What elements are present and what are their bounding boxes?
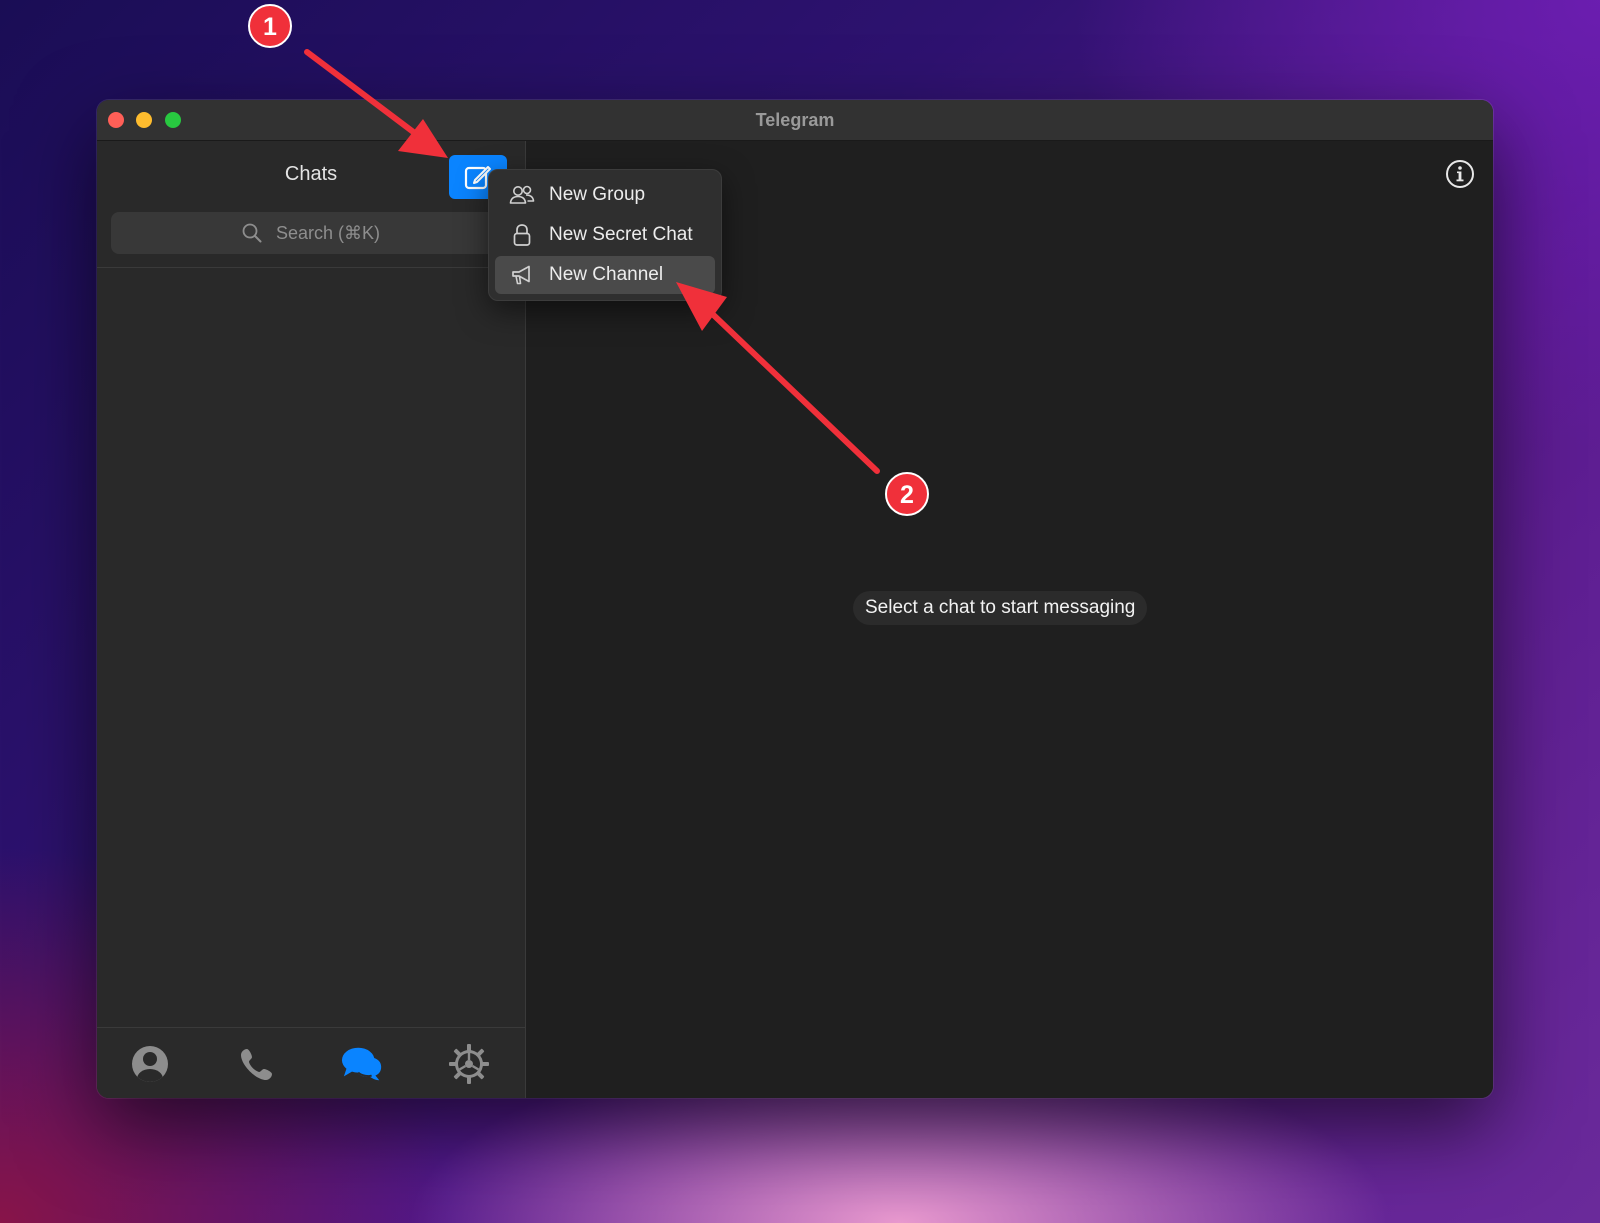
menu-item-new-group[interactable]: New Group bbox=[495, 176, 715, 214]
tab-contacts[interactable] bbox=[128, 1042, 172, 1086]
chat-bubbles-icon bbox=[341, 1047, 382, 1081]
menu-item-label: New Channel bbox=[549, 264, 664, 285]
window-title: Telegram bbox=[755, 110, 835, 130]
menu-item-label: New Group bbox=[549, 184, 646, 205]
info-icon bbox=[1446, 160, 1474, 188]
search-placeholder: Search (⌘K) bbox=[275, 222, 381, 243]
search-field[interactable]: Search (⌘K) bbox=[111, 212, 511, 254]
person-circle-icon bbox=[132, 1046, 168, 1082]
people-icon bbox=[509, 182, 535, 208]
annotation-badge-1: 1 bbox=[248, 4, 292, 48]
info-button[interactable] bbox=[1445, 159, 1475, 189]
search-icon bbox=[242, 223, 262, 243]
gear-icon bbox=[449, 1044, 489, 1084]
tab-settings[interactable] bbox=[447, 1042, 491, 1086]
sidebar-divider bbox=[97, 267, 525, 268]
compose-dropdown-menu: New Group New Secret Chat New Channel bbox=[488, 169, 722, 301]
phone-icon bbox=[241, 1049, 272, 1080]
tab-chats[interactable] bbox=[341, 1042, 385, 1086]
telegram-window: Telegram Chats Search (⌘K) Select a chat… bbox=[97, 100, 1493, 1098]
chat-sidebar: Chats Search (⌘K) bbox=[97, 141, 526, 1098]
menu-item-new-secret-chat[interactable]: New Secret Chat bbox=[495, 216, 715, 254]
title-bar: Telegram bbox=[97, 100, 1493, 141]
empty-state-message: Select a chat to start messaging bbox=[853, 591, 1148, 625]
annotation-number: 1 bbox=[263, 13, 277, 41]
bottom-tab-bar bbox=[97, 1027, 525, 1098]
lock-icon bbox=[509, 222, 535, 248]
megaphone-icon bbox=[509, 262, 535, 288]
tab-calls[interactable] bbox=[235, 1042, 279, 1086]
menu-item-label: New Secret Chat bbox=[549, 224, 693, 245]
menu-item-new-channel[interactable]: New Channel bbox=[495, 256, 715, 294]
